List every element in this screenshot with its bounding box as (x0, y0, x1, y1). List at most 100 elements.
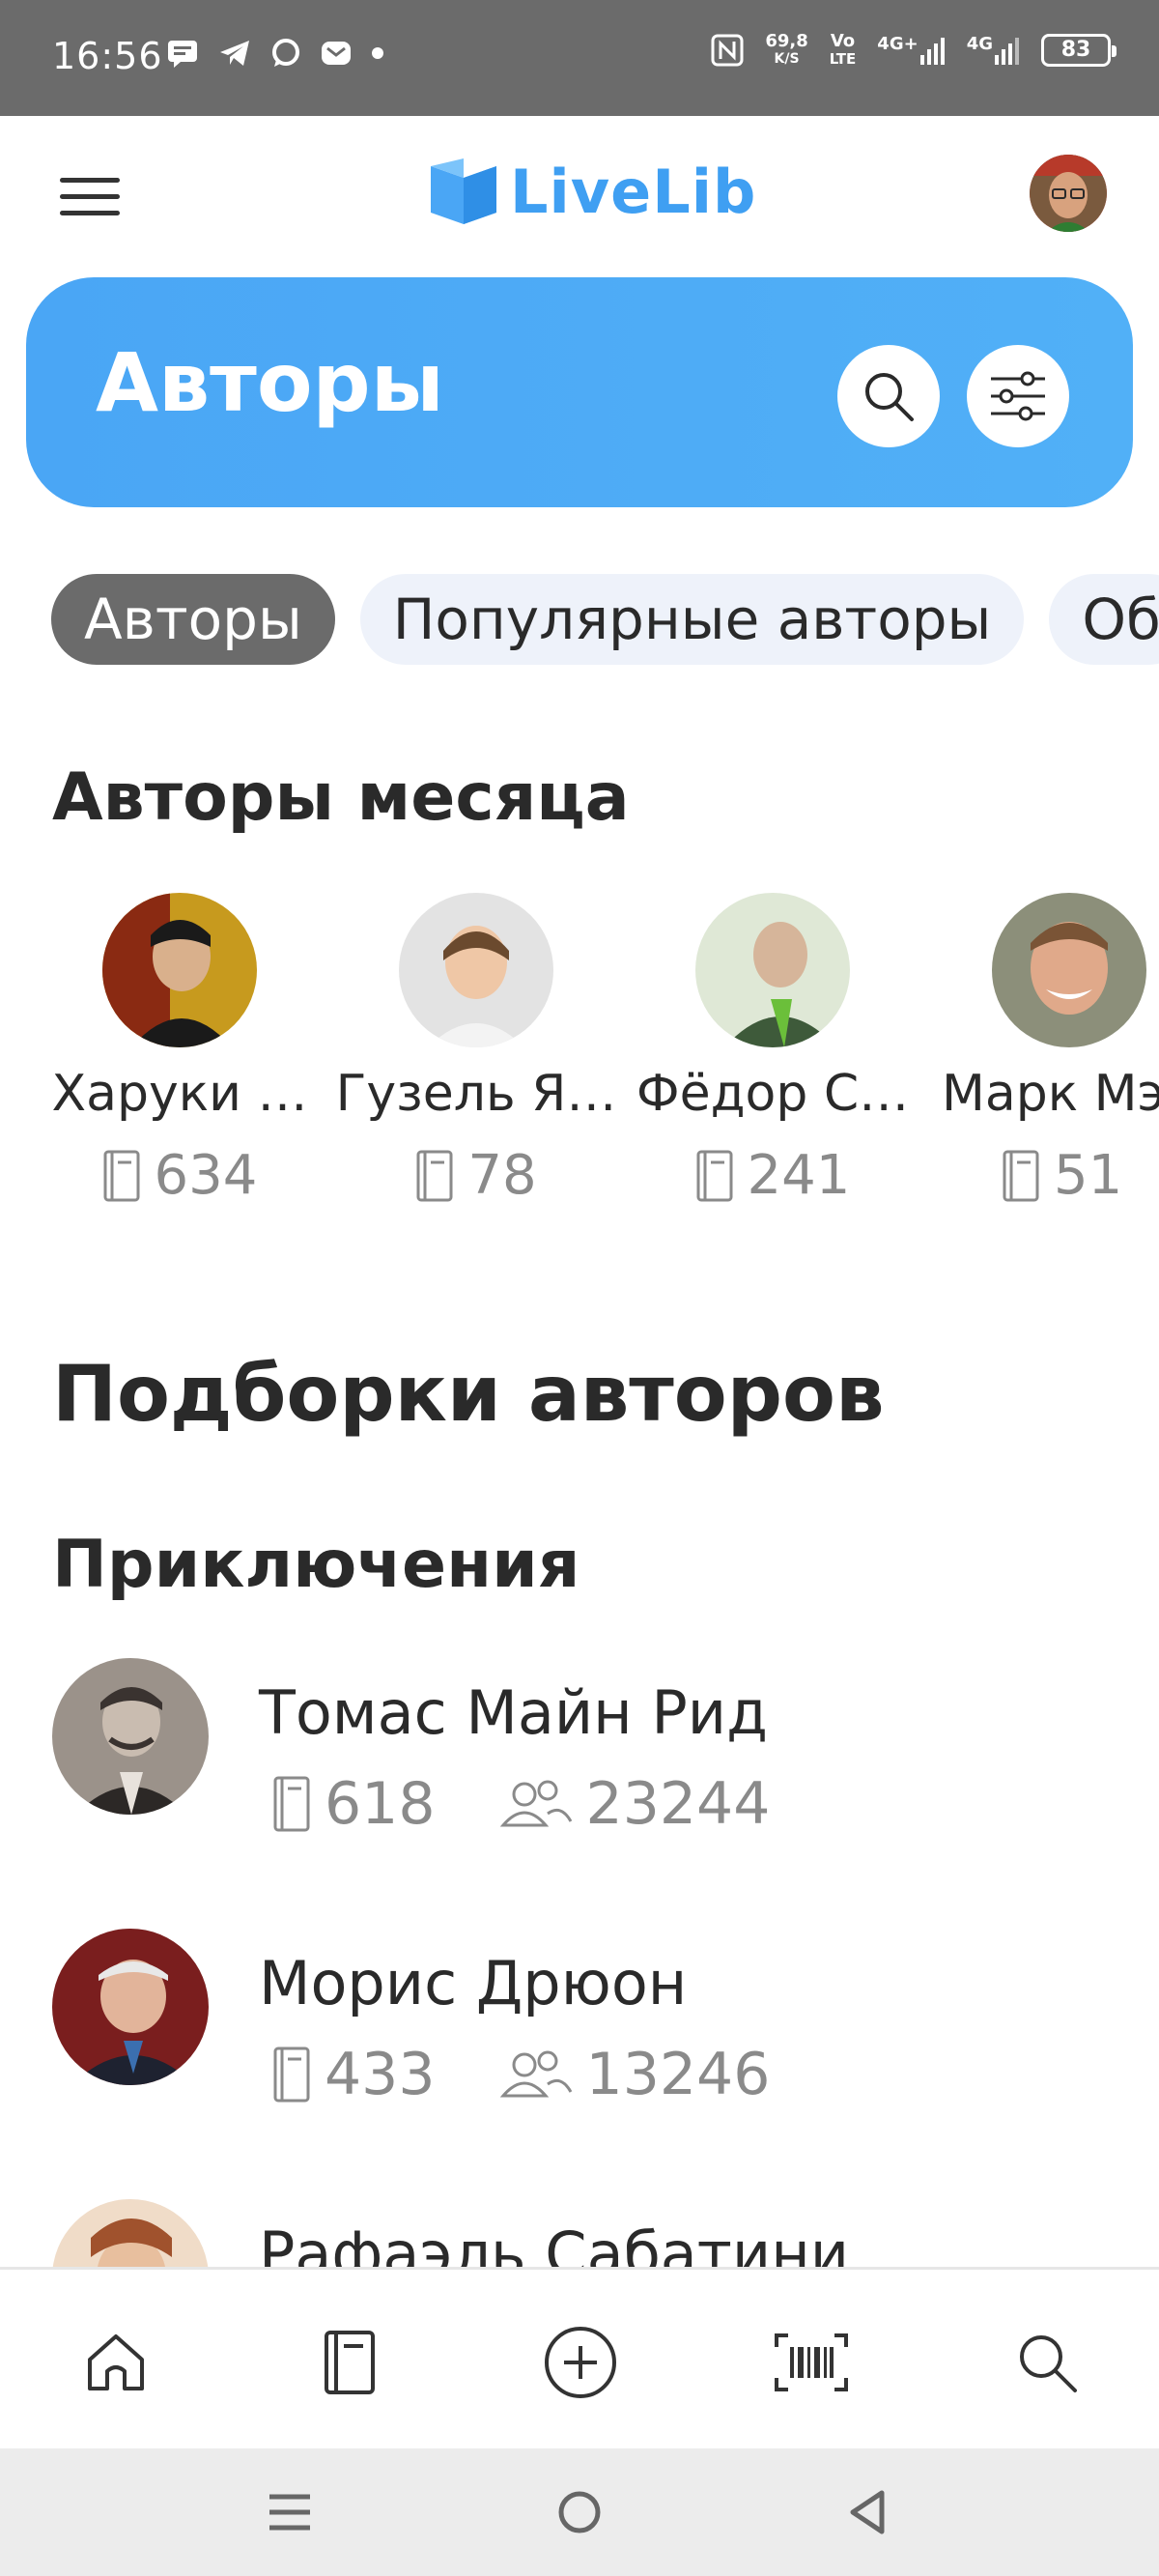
circle-icon (558, 2491, 601, 2533)
author-card[interactable]: Фёдор С… 241 (628, 893, 918, 1207)
battery-indicator: 83 (1041, 34, 1117, 67)
book-logo-icon (431, 157, 496, 224)
nav-add[interactable] (542, 2324, 619, 2401)
author-card[interactable]: Марк Мэ… 51 (924, 893, 1159, 1207)
book-count-value: 634 (154, 1144, 258, 1207)
readers-icon (499, 1780, 572, 1827)
menu-icon-line (60, 194, 120, 199)
tab-label: Популярные авторы (392, 587, 992, 652)
readers-count-value: 23244 (585, 1770, 771, 1838)
nav-scan[interactable] (773, 2324, 850, 2401)
home-icon (88, 2334, 144, 2390)
mail-icon (322, 42, 351, 65)
book-icon (273, 1776, 310, 1832)
notification-icons (166, 39, 384, 68)
search-button[interactable] (837, 345, 940, 447)
author-photo (52, 1929, 209, 2085)
back-button[interactable] (838, 2487, 896, 2537)
tab-authors[interactable]: Авторы (51, 574, 335, 665)
page-title: Авторы (96, 335, 444, 430)
author-stats: 618 23244 (272, 1770, 770, 1838)
barcode-icon (775, 2333, 848, 2391)
network-speed: 69,8 K/S (765, 33, 807, 68)
avatar-image (1030, 155, 1107, 232)
telegram-icon (220, 41, 249, 66)
tab-label: Об (1082, 587, 1159, 652)
status-bar: 16:56 69,8 K/S Vo LTE 4G+ 4G 83 (0, 0, 1159, 116)
category-tabs: Авторы Популярные авторы Об (51, 574, 1159, 665)
author-photo (102, 893, 257, 1047)
home-button[interactable] (551, 2487, 608, 2537)
tab-popular-authors[interactable]: Популярные авторы (359, 574, 1025, 665)
menu-button[interactable] (60, 178, 120, 216)
author-card[interactable]: Гузель Я… 78 (331, 893, 621, 1207)
logo-text: LiveLib (510, 157, 757, 227)
author-photo (695, 893, 850, 1047)
menu-icon-line (60, 211, 120, 215)
nav-books[interactable] (311, 2324, 388, 2401)
filter-button[interactable] (967, 345, 1069, 447)
tab-partial[interactable]: Об (1049, 574, 1159, 665)
chat-bubble-icon (272, 39, 299, 67)
back-triangle-icon (850, 2490, 885, 2534)
book-count-value: 618 (325, 1770, 436, 1838)
section-banner: Авторы (26, 277, 1133, 507)
book-icon (696, 1150, 733, 1201)
volte-bottom: LTE (829, 50, 857, 68)
livelib-logo[interactable]: LiveLib (427, 157, 756, 227)
book-count-value: 433 (325, 2041, 436, 2108)
book-icon (273, 2046, 310, 2103)
app-header: LiveLib (0, 116, 1159, 271)
author-name: Рафаэль Сабатини (259, 2218, 850, 2267)
book-count: 51 (924, 1144, 1159, 1207)
status-time: 16:56 (52, 35, 163, 77)
author-stats: 433 13246 (272, 2041, 770, 2108)
menu-icon-line (60, 178, 120, 183)
book-icon (103, 1150, 140, 1201)
volte-indicator: Vo LTE (829, 31, 857, 69)
author-name: Фёдор С… (636, 1065, 910, 1123)
author-list-item[interactable]: Томас Майн Рид 618 23244 (52, 1658, 1115, 1890)
collections-heading: Подборки авторов (52, 1349, 885, 1439)
author-photo (52, 2199, 209, 2267)
author-list-item[interactable]: Морис Дрюон 433 13246 (52, 1929, 1115, 2161)
author-name: Харуки … (51, 1065, 308, 1123)
book-count: 78 (331, 1144, 621, 1207)
book-icon (1003, 1150, 1039, 1201)
authors-of-month-carousel: Харуки … 634 Гузель Я… 78 Фёдор С… 241 М… (0, 893, 1159, 1241)
author-name: Томас Майн Рид (259, 1677, 768, 1748)
volte-top: Vo (830, 31, 856, 51)
author-name: Гузель Я… (335, 1065, 617, 1123)
bottom-navigation (0, 2267, 1159, 2448)
tab-label: Авторы (84, 587, 302, 652)
book-count: 634 (35, 1144, 325, 1207)
book-count-value: 241 (747, 1144, 851, 1207)
readers-count-value: 13246 (585, 2041, 771, 2108)
nfc-icon (711, 34, 744, 67)
user-avatar[interactable] (1030, 155, 1107, 232)
book-icon (325, 2331, 375, 2394)
menu-icon (269, 2494, 310, 2531)
book-icon (416, 1150, 453, 1201)
signal-bars-icon (919, 38, 945, 65)
recent-apps-button[interactable] (261, 2487, 319, 2537)
adventure-heading: Приключения (52, 1527, 580, 1603)
battery-level: 83 (1060, 38, 1091, 62)
search-icon (1020, 2335, 1077, 2392)
network-type-2: 4G (966, 34, 993, 54)
message-icon (168, 41, 197, 68)
author-list-item[interactable]: Рафаэль Сабатини (52, 2199, 1115, 2267)
author-card[interactable]: Харуки … 634 (35, 893, 325, 1207)
system-navigation-bar (0, 2448, 1159, 2576)
signal-1: 4G+ (877, 36, 945, 65)
nav-home[interactable] (77, 2324, 155, 2401)
add-circle-icon (545, 2327, 616, 2398)
speed-unit: K/S (774, 51, 800, 67)
nav-search[interactable] (1008, 2324, 1086, 2401)
signal-bars-icon (995, 38, 1019, 65)
author-name: Марк Мэ… (942, 1065, 1159, 1123)
search-icon (865, 373, 914, 421)
sliders-icon (991, 371, 1045, 421)
author-photo (399, 893, 553, 1047)
network-type-1: 4G+ (877, 34, 919, 54)
